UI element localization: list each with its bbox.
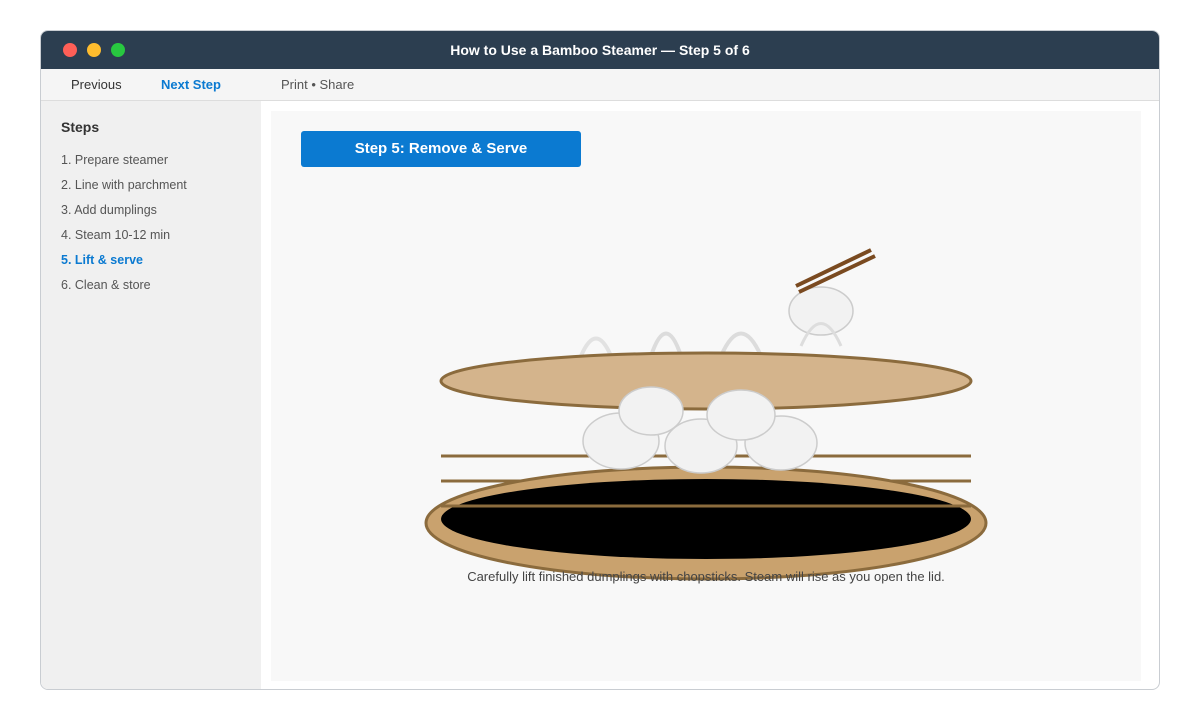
steamer-lid — [439, 351, 973, 411]
dumpling — [618, 386, 684, 436]
sidebar-heading: Steps — [61, 119, 100, 135]
app-window: How to Use a Bamboo Steamer — Step 5 of … — [40, 30, 1160, 690]
print-share-link[interactable]: Print • Share — [281, 69, 354, 101]
sidebar-item-step-2[interactable]: 2. Line with parchment — [61, 178, 187, 203]
main-content: Step 5: Remove & Serve Carefully lift fi… — [271, 111, 1141, 681]
step-caption: Carefully lift finished dumplings with c… — [467, 569, 945, 584]
toolbar: Previous Next Step Print • Share — [41, 69, 1159, 101]
dumpling — [706, 389, 776, 441]
window-title: How to Use a Bamboo Steamer — Step 5 of … — [450, 42, 750, 58]
sidebar-item-step-1[interactable]: 1. Prepare steamer — [61, 153, 187, 178]
chopstick — [795, 248, 872, 288]
next-step-button[interactable]: Next Step — [161, 69, 221, 101]
sidebar: Steps 1. Prepare steamer 2. Line with pa… — [41, 101, 261, 689]
sidebar-item-step-6[interactable]: 6. Clean & store — [61, 278, 187, 303]
chopstick — [798, 254, 876, 294]
previous-button[interactable]: Previous — [71, 69, 122, 101]
steam-wisp — [579, 336, 613, 357]
title-bar: How to Use a Bamboo Steamer — Step 5 of … — [41, 31, 1159, 69]
lifted-dumpling — [788, 286, 854, 336]
sidebar-item-step-5[interactable]: 5. Lift & serve — [61, 253, 187, 278]
sidebar-item-step-4[interactable]: 4. Steam 10-12 min — [61, 228, 187, 253]
sidebar-item-step-3[interactable]: 3. Add dumplings — [61, 203, 187, 228]
steps-list: 1. Prepare steamer 2. Line with parchmen… — [61, 153, 187, 303]
bamboo-steamer-illustration — [424, 248, 988, 581]
steamer-interior — [441, 479, 971, 559]
step-title-banner: Step 5: Remove & Serve — [301, 131, 581, 167]
